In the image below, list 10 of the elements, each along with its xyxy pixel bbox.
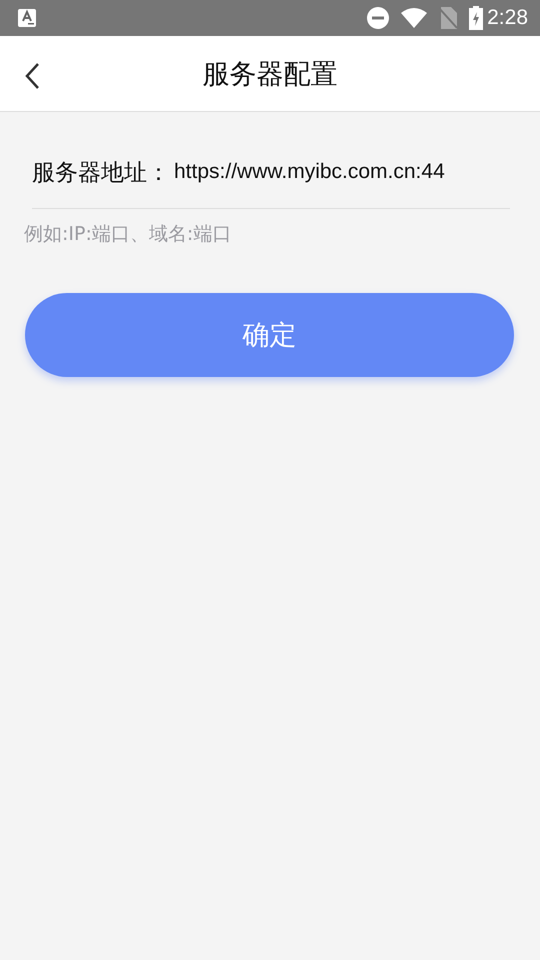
server-address-field[interactable]: https://www.myibc.com.cn:44 <box>174 160 445 184</box>
status-time: 2:28 <box>487 6 528 30</box>
hint-text: 例如:IP:端口、域名:端口 <box>24 222 232 247</box>
field-label: 服务器地址： <box>32 158 170 188</box>
no-sim-icon <box>439 7 458 29</box>
do-not-disturb-icon <box>367 7 390 29</box>
wifi-icon <box>401 8 428 28</box>
battery-charging-icon <box>469 6 484 30</box>
keyboard-app-icon <box>18 9 36 27</box>
page-title: 服务器配置 <box>202 58 338 92</box>
